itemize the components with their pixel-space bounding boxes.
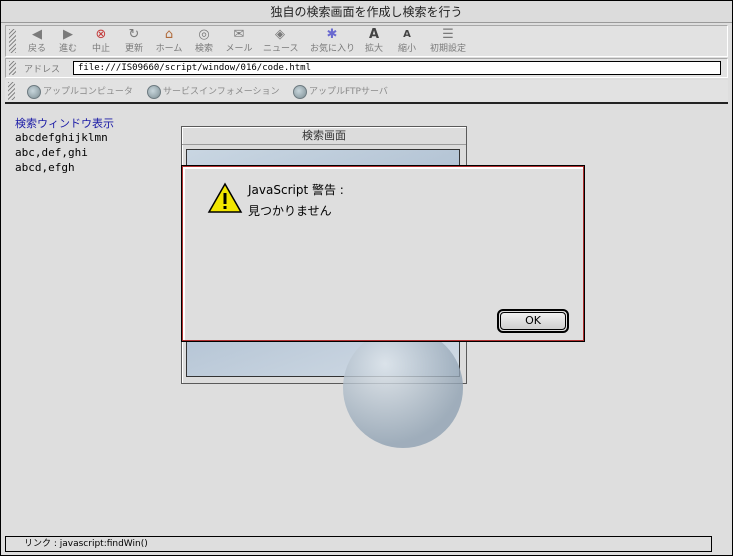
search-window-title[interactable]: 検索画面 [182,127,466,145]
text-smaller-button[interactable]: A 縮小 [390,27,424,57]
text-larger-icon: A [368,27,380,42]
mail-button[interactable]: ✉ メール [222,27,256,57]
forward-button[interactable]: ▶ 進む [51,27,85,57]
text-line: abcdefghijklmn [15,131,108,144]
news-button[interactable]: ◈ ニュース [263,27,299,57]
warning-icon [207,182,243,213]
toolbar: ◀ 戻る ▶ 進む ⊗ 中止 ↻ 更新 ⌂ ホーム ◎ 検索 ✉ メール ◈ ニ [5,25,728,57]
address-input[interactable]: file:///IS09660/script/window/016/code.h… [73,61,721,75]
home-icon: ⌂ [164,27,174,42]
dialog-title: JavaScript 警告 : [248,183,344,197]
mail-icon: ✉ [233,27,245,42]
favorite-apple-computer[interactable]: アップルコンピュータ [27,83,133,101]
preferences-button[interactable]: ☰ 初期設定 [426,27,470,57]
ok-button-label: OK [500,312,566,330]
background-planet [343,328,463,448]
alert-dialog: JavaScript 警告 : 見つかりません OK [181,165,585,342]
news-icon: ◈ [275,27,285,42]
preferences-icon: ☰ [442,27,454,42]
stop-button[interactable]: ⊗ 中止 [84,27,118,57]
browser-window: 独自の検索画面を作成し検索を行う ◀ 戻る ▶ 進む ⊗ 中止 ↻ 更新 ⌂ ホ… [0,0,733,556]
refresh-icon: ↻ [128,27,140,42]
favorites-button[interactable]: ✱ お気に入り [310,27,355,57]
text-line: abcd,efgh [15,161,75,174]
text-larger-button[interactable]: A 拡大 [357,27,391,57]
search-button[interactable]: ◎ 検索 [187,27,221,57]
back-button[interactable]: ◀ 戻る [20,27,54,57]
status-bar: リンク : javascript:findWin() [5,536,712,552]
search-icon: ◎ [198,27,210,42]
globe-icon [27,84,41,99]
address-grip[interactable] [9,61,16,75]
ok-button[interactable]: OK [497,309,569,333]
toolbar-grip[interactable] [9,29,16,53]
home-button[interactable]: ⌂ ホーム [152,27,186,57]
address-label: アドレス [24,65,61,75]
refresh-button[interactable]: ↻ 更新 [117,27,151,57]
favorite-service-info[interactable]: サービスインフォメーション [147,83,280,101]
globe-icon [147,84,161,99]
favorites-grip[interactable] [8,82,15,100]
text-smaller-icon: A [403,29,411,40]
favorite-apple-ftp[interactable]: アップルFTPサーバ [293,83,388,101]
text-line: abc,def,ghi [15,146,88,159]
globe-icon [293,84,307,99]
dialog-message: 見つかりません [248,204,332,218]
forward-arrow-icon: ▶ [63,27,73,42]
show-search-window-link[interactable]: 検索ウィンドウ表示 [15,115,114,131]
window-title: 独自の検索画面を作成し検索を行う [1,1,732,23]
back-arrow-icon: ◀ [32,27,42,42]
favorites-icon: ✱ [326,27,338,42]
stop-icon: ⊗ [95,27,107,42]
favorites-bar: アップルコンピュータ サービスインフォメーション アップルFTPサーバ [5,80,728,104]
address-bar: アドレス file:///IS09660/script/window/016/c… [5,58,728,78]
